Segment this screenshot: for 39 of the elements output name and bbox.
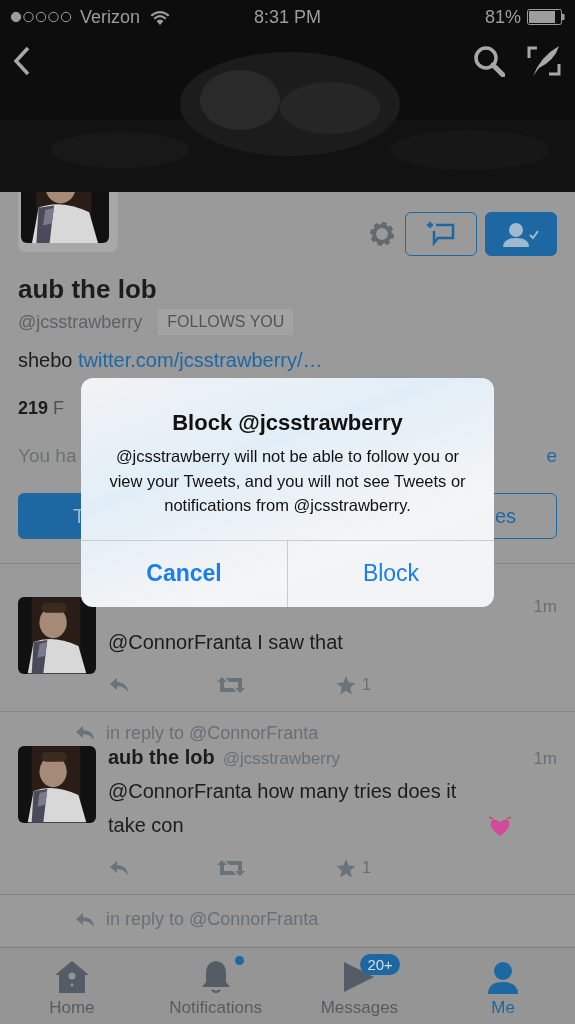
tweet-author: aub the lob xyxy=(108,746,215,770)
follows-you-badge: FOLLOWS YOU xyxy=(158,309,294,335)
message-button[interactable] xyxy=(405,212,477,256)
cancel-button[interactable]: Cancel xyxy=(81,540,287,607)
profile-handle: @jcsstrawberry xyxy=(18,311,143,333)
birdhouse-icon xyxy=(53,960,90,994)
notice-link[interactable]: e xyxy=(546,445,557,467)
star-icon xyxy=(336,675,356,695)
tab-label: Notifications xyxy=(169,998,262,1018)
person-check-icon xyxy=(502,221,540,247)
count-badge: 20+ xyxy=(360,954,400,975)
tab-label: Messages xyxy=(320,998,399,1018)
following-button[interactable] xyxy=(485,212,557,256)
tab-label: Home xyxy=(49,998,95,1018)
tweet-text: @ConnorFranta I saw that xyxy=(108,630,343,656)
star-icon xyxy=(336,858,356,878)
retweet-action[interactable] xyxy=(216,675,246,696)
person-icon xyxy=(486,960,521,994)
retweet-icon xyxy=(216,675,246,696)
heart-icon xyxy=(487,814,513,839)
tab-item[interactable]: Me xyxy=(431,948,575,1024)
followers-count: 219 F xyxy=(18,398,66,419)
profile-name: aub the lob xyxy=(18,274,158,305)
dialog-message: @jcsstrawberry will not be able to follow you or view your Tweets, and you will not see Tweets or notifications from @jcsstrawberry. xyxy=(108,446,467,516)
tab-label: Me xyxy=(491,998,515,1018)
dialog-title: Block @jcsstrawberry xyxy=(171,410,404,436)
message-icon xyxy=(426,221,456,247)
bio-link[interactable]: twitter.com/jcsstrawberry/… xyxy=(78,349,323,371)
settings-icon[interactable] xyxy=(367,219,397,249)
tab-item[interactable]: Home xyxy=(0,948,144,1024)
block-button[interactable]: Block xyxy=(287,540,494,607)
tweet-text: @ConnorFranta how many tries does it take con xyxy=(108,779,458,839)
profile-bio: shebo twitter.com/jcsstrawberry/… xyxy=(18,349,324,372)
retweet-icon xyxy=(216,858,246,879)
bell-icon xyxy=(201,960,230,994)
tab-item[interactable]: 20+ Messages xyxy=(287,948,432,1024)
reply-icon xyxy=(74,911,96,929)
retweet-action[interactable] xyxy=(216,858,246,879)
tab-item[interactable]: Notifications xyxy=(143,948,288,1024)
